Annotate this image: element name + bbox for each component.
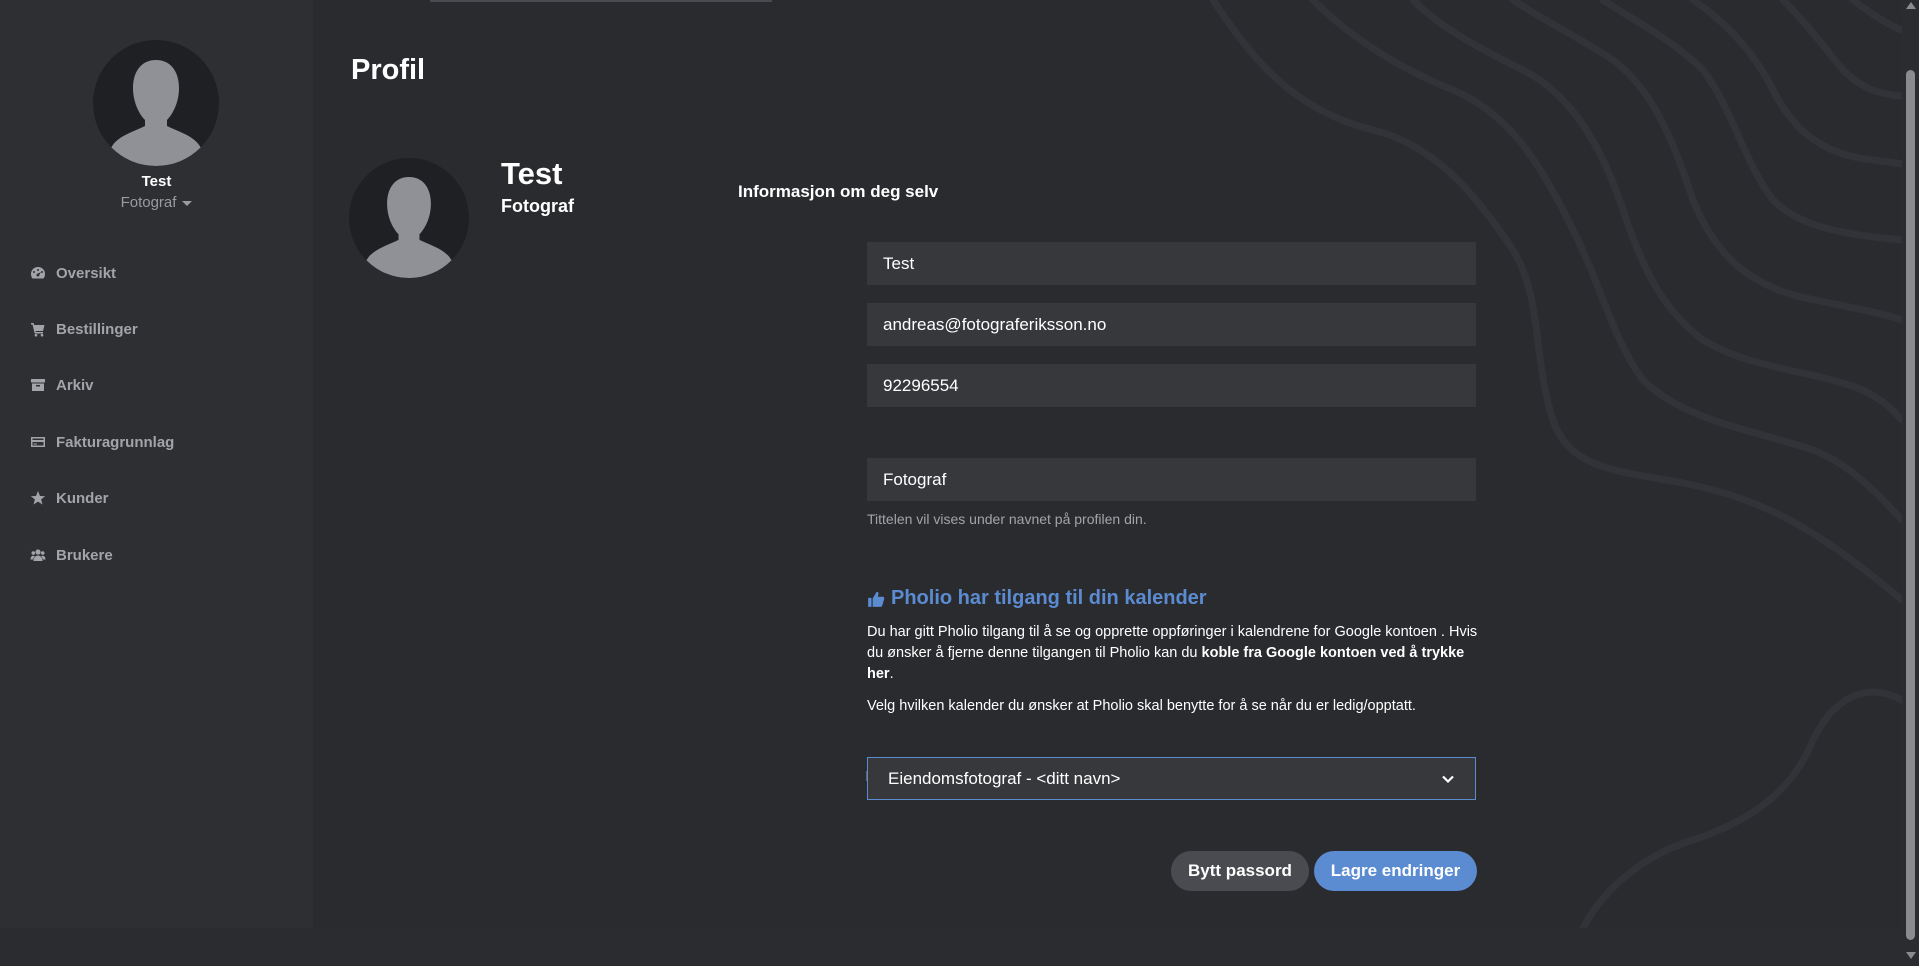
sidebar-user-name: Test xyxy=(141,173,172,190)
sidebar-item-label: Fakturagrunnlag xyxy=(56,433,175,451)
user-silhouette-icon xyxy=(366,177,452,278)
thumbs-up-icon xyxy=(868,591,885,607)
page-title: Profil xyxy=(351,54,426,86)
chevron-down-icon xyxy=(1442,775,1454,783)
section-title: Informasjon om deg selv xyxy=(738,182,939,201)
calendar-access-heading: Pholio har tilgang til din kalender xyxy=(867,587,1207,610)
calendar-access-text: Du har gitt Pholio tilgang til å se og o… xyxy=(867,622,1479,685)
main-content: Profil Test Fotograf Informasjon om deg … xyxy=(313,0,1902,928)
top-progress-bar xyxy=(430,0,772,2)
sidebar-item-brukere[interactable]: Brukere xyxy=(30,543,113,567)
archive-icon xyxy=(31,379,45,391)
calendar-selected-value: Eiendomsfotograf - <ditt navn> xyxy=(888,768,1121,788)
scroll-up-arrow-icon[interactable] xyxy=(1906,2,1916,9)
cart-icon xyxy=(31,323,45,337)
title-input[interactable] xyxy=(867,458,1476,501)
sidebar-item-fakturagrunnlag[interactable]: Fakturagrunnlag xyxy=(30,430,174,454)
sidebar-item-label: Kunder xyxy=(56,489,109,507)
calendar-choose-text: Velg hvilken kalender du ønsker at Pholi… xyxy=(867,698,1416,714)
caret-down-icon xyxy=(182,200,193,206)
sidebar-item-label: Arkiv xyxy=(56,376,94,394)
user-silhouette-icon xyxy=(111,60,201,166)
credit-card-icon xyxy=(31,437,45,447)
name-input[interactable] xyxy=(867,242,1476,285)
sidebar-item-kunder[interactable]: Kunder xyxy=(30,486,109,510)
avatar[interactable] xyxy=(93,40,219,166)
sidebar-item-oversikt[interactable]: Oversikt xyxy=(30,261,116,285)
users-icon xyxy=(30,549,46,561)
save-changes-button[interactable]: Lagre endringer xyxy=(1314,851,1477,891)
calendar-select[interactable]: Eiendomsfotograf - <ditt navn> xyxy=(867,757,1476,800)
sidebar-item-bestillinger[interactable]: Bestillinger xyxy=(30,317,138,341)
user-role-dropdown[interactable]: Fotograf xyxy=(0,194,313,211)
star-icon xyxy=(30,491,46,505)
change-password-button[interactable]: Bytt passord xyxy=(1171,851,1309,891)
calendar-access-heading-text: Pholio har tilgang til din kalender xyxy=(891,587,1207,609)
email-input[interactable] xyxy=(867,303,1476,346)
profile-name: Test xyxy=(501,156,563,191)
user-role-label: Fotograf xyxy=(120,194,177,211)
sidebar-item-label: Bestillinger xyxy=(56,320,138,338)
sidebar-item-label: Brukere xyxy=(56,546,113,564)
scrollbar-thumb[interactable] xyxy=(1906,70,1915,940)
sidebar: Test Fotograf Oversikt Bestillinger Arki… xyxy=(0,0,313,928)
mobile-input[interactable] xyxy=(867,364,1476,407)
dashboard-icon xyxy=(30,267,46,279)
scrollbar[interactable] xyxy=(1902,0,1919,966)
scroll-down-arrow-icon[interactable] xyxy=(1906,952,1916,959)
title-hint: Tittelen vil vises under navnet på profi… xyxy=(867,511,1147,527)
sidebar-item-arkiv[interactable]: Arkiv xyxy=(30,373,94,397)
profile-title: Fotograf xyxy=(501,196,574,216)
calendar-text-part2: . xyxy=(889,666,894,682)
sidebar-item-label: Oversikt xyxy=(56,264,117,282)
profile-avatar[interactable] xyxy=(349,158,469,278)
